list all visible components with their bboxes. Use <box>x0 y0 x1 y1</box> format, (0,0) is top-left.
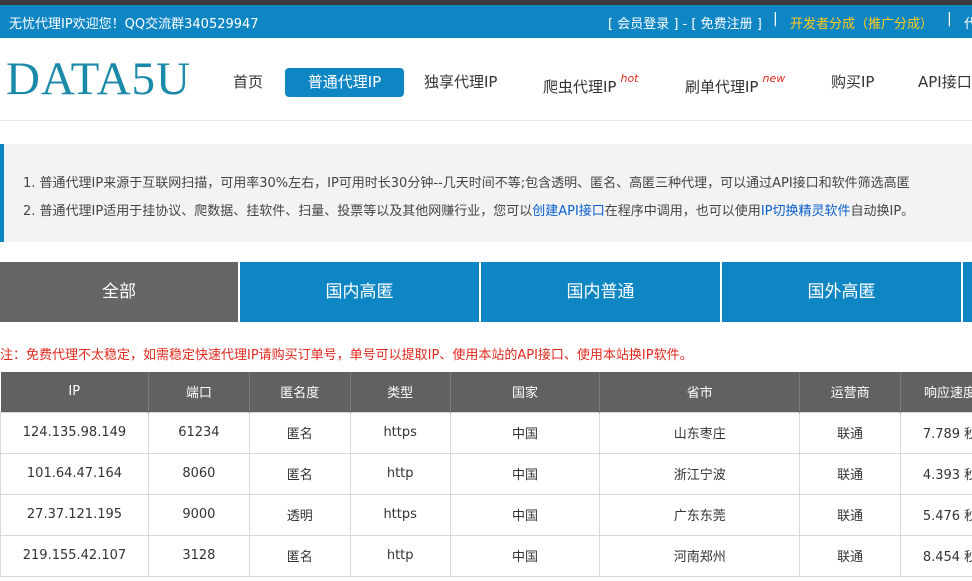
column-header-region[interactable]: 省市 <box>599 372 801 412</box>
nav-item-api[interactable]: API接口 <box>918 68 972 97</box>
cell-country: 中国 <box>449 493 601 536</box>
nav-label: 爬虫代理IP <box>543 78 617 96</box>
cell-region: 河南郑州 <box>599 534 801 577</box>
cell-type: http <box>349 452 451 495</box>
table-row: 219.155.42.107 3128 匿名 http 中国 河南郑州 联通 8… <box>0 534 972 577</box>
cell-anonymity: 透明 <box>248 493 351 536</box>
cell-port: 8060 <box>147 452 250 495</box>
top-bar: 无忧代理IP欢迎您！QQ交流群340529947 [ 会员登录 ] - [ 免费… <box>0 0 972 38</box>
notice-line-2: 2. 普通代理IP适用于挂协议、爬数据、挂软件、扫量、投票等以及其他网赚行业，您… <box>23 200 914 219</box>
cell-country: 中国 <box>449 411 601 454</box>
column-header-speed[interactable]: 响应速度 <box>900 372 972 412</box>
tab-foreign-elite[interactable]: 国外高匿 <box>722 262 963 322</box>
nav-item-buy-ip[interactable]: 购买IP <box>831 68 874 97</box>
cell-port: 3128 <box>147 534 250 577</box>
cell-speed: 8.454 秒 <box>900 534 972 577</box>
login-link[interactable]: [ 会员登录 ] <box>608 17 678 32</box>
cell-type: https <box>349 493 451 536</box>
cell-port: 61234 <box>147 411 250 454</box>
cell-country: 中国 <box>449 452 601 495</box>
proxy-table: IP 端口 匿名度 类型 国家 省市 运营商 响应速度 124.135.98.1… <box>0 372 972 577</box>
nav-label: 首页 <box>233 73 264 91</box>
cell-isp: 联通 <box>799 411 902 454</box>
nav-item-ordinary-proxy[interactable]: 普通代理IP <box>285 68 404 97</box>
nav-item-crawler-proxy[interactable]: 爬虫代理IP hot <box>543 68 639 97</box>
notice-text: 自动换IP。 <box>850 204 915 219</box>
notice-line-1: 1. 普通代理IP来源于互联网扫描，可用率30%左右，IP可用时长30分钟--几… <box>23 176 910 191</box>
column-header-isp[interactable]: 运营商 <box>799 372 902 412</box>
nav-label: API接口 <box>918 73 972 91</box>
cell-port: 9000 <box>147 493 250 536</box>
cell-country: 中国 <box>449 534 601 577</box>
cell-region: 广东东莞 <box>599 493 801 536</box>
table-row: 27.37.121.195 9000 透明 https 中国 广东东莞 联通 5… <box>0 493 972 536</box>
column-header-ip[interactable]: IP <box>0 372 149 412</box>
nav-item-order-proxy[interactable]: 刷单代理IP new <box>685 68 785 97</box>
new-badge: new <box>762 72 786 85</box>
dash-text: - <box>678 17 692 32</box>
ip-switch-software-link[interactable]: IP切换精灵软件 <box>761 204 851 219</box>
cut-link[interactable]: 代 <box>964 13 972 32</box>
developer-link[interactable]: 开发者分成（推广分成） <box>790 13 933 32</box>
register-link[interactable]: [ 免费注册 ] <box>691 17 761 32</box>
cell-isp: 联通 <box>799 452 902 495</box>
cell-type: https <box>349 411 451 454</box>
cell-ip: 101.64.47.164 <box>0 452 149 495</box>
notice-text: 2. 普通代理IP适用于挂协议、爬数据、挂软件、扫量、投票等以及其他网赚行业，您… <box>23 204 533 219</box>
separator: | <box>773 11 778 27</box>
cell-anonymity: 匿名 <box>248 452 351 495</box>
cell-isp: 联通 <box>799 534 902 577</box>
tab-domestic-normal[interactable]: 国内普通 <box>481 262 722 322</box>
tab-all[interactable]: 全部 <box>0 262 240 322</box>
cell-speed: 4.393 秒 <box>900 452 972 495</box>
create-api-link[interactable]: 创建API接口 <box>532 204 605 219</box>
table-header-row: IP 端口 匿名度 类型 国家 省市 运营商 响应速度 <box>0 372 972 412</box>
nav-label: 购买IP <box>831 73 875 91</box>
table-row: 124.135.98.149 61234 匿名 https 中国 山东枣庄 联通… <box>0 411 972 454</box>
nav-label: 刷单代理IP <box>685 78 759 96</box>
nav-label: 普通代理IP <box>307 73 382 91</box>
cell-ip: 219.155.42.107 <box>0 534 149 577</box>
hot-badge: hot <box>620 72 639 85</box>
cell-ip: 124.135.98.149 <box>0 411 149 454</box>
warning-text: 注：免费代理不太稳定，如需稳定快速代理IP请购买订单号，单号可以提取IP、使用本… <box>0 348 693 363</box>
main-nav: 首页 普通代理IP 独享代理IP 爬虫代理IP hot 刷单代理IP new 购买I… <box>0 68 972 98</box>
cell-region: 山东枣庄 <box>599 411 801 454</box>
nav-label: 独享代理IP <box>424 73 498 91</box>
tab-domestic-elite[interactable]: 国内高匿 <box>240 262 481 322</box>
cell-anonymity: 匿名 <box>248 411 351 454</box>
member-links: [ 会员登录 ] - [ 免费注册 ] <box>608 13 762 32</box>
cell-isp: 联通 <box>799 493 902 536</box>
column-header-port[interactable]: 端口 <box>148 372 250 412</box>
cell-type: http <box>349 534 451 577</box>
column-header-type[interactable]: 类型 <box>350 372 451 412</box>
cell-anonymity: 匿名 <box>248 534 351 577</box>
cell-ip: 27.37.121.195 <box>0 493 149 536</box>
nav-item-home[interactable]: 首页 <box>233 68 263 97</box>
separator: | <box>947 11 952 27</box>
column-header-country[interactable]: 国家 <box>450 372 601 412</box>
welcome-text: 无忧代理IP欢迎您！QQ交流群340529947 <box>9 17 259 32</box>
cell-speed: 7.789 秒 <box>900 411 972 454</box>
cell-region: 浙江宁波 <box>599 452 801 495</box>
divider <box>0 120 972 121</box>
table-row: 101.64.47.164 8060 匿名 http 中国 浙江宁波 联通 4.… <box>0 452 972 495</box>
category-tabs: 全部 国内高匿 国内普通 国外高匿 <box>0 262 972 322</box>
notice-box: 1. 普通代理IP来源于互联网扫描，可用率30%左右，IP可用时长30分钟--几… <box>0 144 972 242</box>
cell-speed: 5.476 秒 <box>900 493 972 536</box>
notice-text: 在程序中调用，也可以使用 <box>604 204 761 219</box>
nav-item-exclusive-proxy[interactable]: 独享代理IP <box>424 68 497 97</box>
column-header-anonymity[interactable]: 匿名度 <box>249 372 351 412</box>
